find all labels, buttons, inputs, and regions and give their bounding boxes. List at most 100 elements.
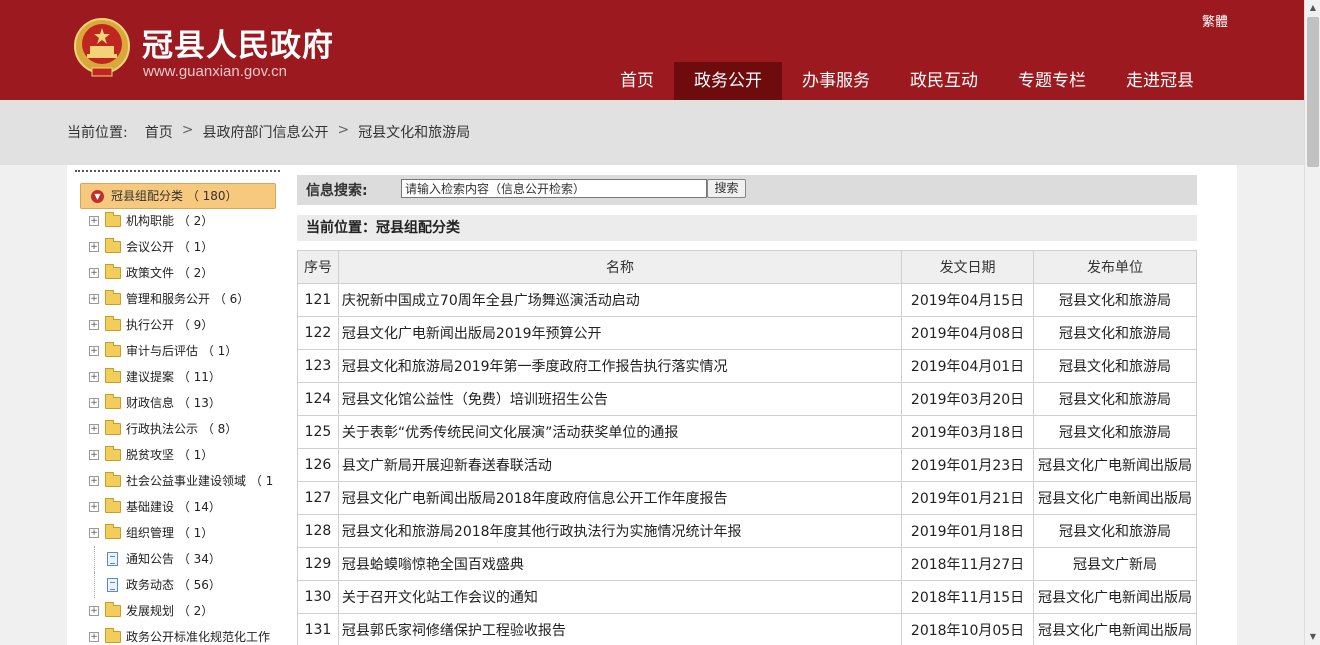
sidebar-category-label: 行政执法公示 （ 8） bbox=[126, 422, 238, 436]
scrollbar-thumb[interactable] bbox=[1307, 17, 1319, 167]
row-number-cell: 123 bbox=[297, 349, 339, 383]
table-body: 121 庆祝新中国成立70周年全县广场舞巡演活动启动 2019年04月15日 冠县文化… bbox=[297, 283, 1197, 645]
sidebar-category-item[interactable]: + 执行公开 （ 9） bbox=[89, 312, 279, 338]
expand-plus-icon[interactable]: + bbox=[89, 242, 99, 252]
folder-icon bbox=[105, 446, 121, 461]
sidebar-category-item[interactable]: + 管理和服务公开 （ 6） bbox=[89, 286, 279, 312]
search-bar: 信息搜索: 搜索 bbox=[297, 175, 1197, 205]
expand-plus-icon[interactable]: + bbox=[89, 450, 99, 460]
document-title-link[interactable]: 冠县文化馆公益性（免费）培训班招生公告 bbox=[337, 382, 903, 416]
sidebar-category-item[interactable]: + 行政执法公示 （ 8） bbox=[89, 416, 279, 442]
search-input[interactable] bbox=[401, 179, 707, 198]
breadcrumb-home[interactable]: 首页 bbox=[145, 122, 173, 142]
breadcrumb-culture-tourism[interactable]: 冠县文化和旅游局 bbox=[358, 122, 470, 142]
scroll-down-arrow-icon[interactable]: ▼ bbox=[1305, 629, 1320, 645]
document-title-link[interactable]: 县文广新局开展迎新春送春联活动 bbox=[337, 448, 903, 482]
document-title-link[interactable]: 庆祝新中国成立70周年全县广场舞巡演活动启动 bbox=[337, 283, 903, 317]
column-header-number: 序号 bbox=[297, 250, 339, 284]
document-title-link[interactable]: 冠县蛤蟆嗡惊艳全国百戏盛典 bbox=[337, 547, 903, 581]
expand-plus-icon[interactable]: + bbox=[89, 346, 99, 356]
category-tree: + 机构职能 （ 2） + 会议公开 （ 1） + 政策文件 （ 2） + 管理和服务公开 （… bbox=[89, 208, 279, 645]
table-row: 129 冠县蛤蟆嗡惊艳全国百戏盛典 2018年11月27日 冠县文广新局 bbox=[297, 547, 1197, 581]
scroll-up-arrow-icon[interactable]: ▲ bbox=[1305, 0, 1320, 16]
document-title-link[interactable]: 冠县文化和旅游局2018年度其他行政执法行为实施情况统计年报 bbox=[337, 514, 903, 548]
row-number-cell: 129 bbox=[297, 547, 339, 581]
sidebar-category-item[interactable]: + 政策文件 （ 2） bbox=[89, 260, 279, 286]
sidebar-category-label: 政策文件 （ 2） bbox=[126, 266, 214, 280]
breadcrumb-departments[interactable]: 县政府部门信息公开 bbox=[202, 122, 328, 142]
publish-date-cell: 2019年04月01日 bbox=[901, 349, 1035, 383]
traditional-chinese-link[interactable]: 繁體 bbox=[1202, 11, 1228, 30]
sidebar-category-item[interactable]: + 社会公益事业建设领域 （ 1 bbox=[89, 468, 279, 494]
sidebar-category-label: 基础建设 （ 14） bbox=[126, 500, 221, 514]
row-number-cell: 121 bbox=[297, 283, 339, 317]
sidebar-category-item[interactable]: + 审计与后评估 （ 1） bbox=[89, 338, 279, 364]
category-sidebar: ▼ 冠县组配分类 （ 180） + 机构职能 （ 2） + 会议公开 （ 1） + 政策文… bbox=[75, 168, 280, 645]
sidebar-category-item[interactable]: + 脱贫攻坚 （ 1） bbox=[89, 442, 279, 468]
national-emblem-icon bbox=[74, 18, 130, 77]
nav-special-topics[interactable]: 专题专栏 bbox=[998, 62, 1106, 100]
publisher-cell: 冠县文化广电新闻出版局 bbox=[1033, 448, 1197, 482]
sidebar-root-category[interactable]: ▼ 冠县组配分类 （ 180） bbox=[80, 183, 276, 209]
breadcrumb-separator: > bbox=[337, 122, 350, 138]
breadcrumb: 当前位置: 首页 > 县政府部门信息公开 > 冠县文化和旅游局 bbox=[67, 122, 470, 142]
expand-plus-icon[interactable]: + bbox=[89, 606, 99, 616]
nav-interaction[interactable]: 政民互动 bbox=[890, 62, 998, 100]
nav-services[interactable]: 办事服务 bbox=[782, 62, 890, 100]
expand-plus-icon[interactable]: + bbox=[89, 528, 99, 538]
row-number-cell: 131 bbox=[297, 613, 339, 645]
search-label: 信息搜索: bbox=[306, 183, 368, 199]
expand-plus-icon[interactable]: + bbox=[89, 294, 99, 304]
row-number-cell: 126 bbox=[297, 448, 339, 482]
sidebar-category-item[interactable]: + 会议公开 （ 1） bbox=[89, 234, 279, 260]
main-nav: 首页 政务公开 办事服务 政民互动 专题专栏 走进冠县 bbox=[600, 62, 1214, 100]
publish-date-cell: 2019年01月21日 bbox=[901, 481, 1035, 515]
column-header-date: 发文日期 bbox=[901, 250, 1035, 284]
sidebar-category-item[interactable]: + 基础建设 （ 14） bbox=[89, 494, 279, 520]
expand-plus-icon[interactable]: + bbox=[89, 424, 99, 434]
collapse-icon[interactable]: ▼ bbox=[91, 190, 104, 203]
sidebar-category-item[interactable]: 通知公告 （ 34） bbox=[89, 546, 279, 572]
expand-plus-icon[interactable]: + bbox=[89, 268, 99, 278]
document-title-link[interactable]: 冠县文化广电新闻出版局2018年度政府信息公开工作年度报告 bbox=[337, 481, 903, 515]
publish-date-cell: 2018年10月05日 bbox=[901, 613, 1035, 645]
sidebar-category-item[interactable]: + 发展规划 （ 2） bbox=[89, 598, 279, 624]
table-header-row: 序号 名称 发文日期 发布单位 bbox=[297, 250, 1197, 284]
folder-icon bbox=[105, 264, 121, 279]
sidebar-category-item[interactable]: + 财政信息 （ 13） bbox=[89, 390, 279, 416]
document-title-link[interactable]: 关于召开文化站工作会议的通知 bbox=[337, 580, 903, 614]
document-title-link[interactable]: 冠县郭氏家祠修缮保护工程验收报告 bbox=[337, 613, 903, 645]
site-header: 冠县人民政府 www.guanxian.gov.cn 繁體 首页 政务公开 办事… bbox=[0, 0, 1304, 100]
document-title-link[interactable]: 冠县文化广电新闻出版局2019年预算公开 bbox=[337, 316, 903, 350]
expand-plus-icon[interactable]: + bbox=[89, 398, 99, 408]
table-row: 122 冠县文化广电新闻出版局2019年预算公开 2019年04月08日 冠县文化和旅… bbox=[297, 316, 1197, 350]
sidebar-category-item[interactable]: + 组织管理 （ 1） bbox=[89, 520, 279, 546]
document-icon bbox=[107, 552, 118, 566]
table-row: 121 庆祝新中国成立70周年全县广场舞巡演活动启动 2019年04月15日 冠县文化… bbox=[297, 283, 1197, 317]
expand-plus-icon[interactable]: + bbox=[89, 632, 99, 642]
publish-date-cell: 2019年03月20日 bbox=[901, 382, 1035, 416]
nav-home[interactable]: 首页 bbox=[600, 62, 674, 100]
document-title-link[interactable]: 冠县文化和旅游局2019年第一季度政府工作报告执行落实情况 bbox=[337, 349, 903, 383]
sidebar-category-item[interactable]: + 政务公开标准化规范化工作 bbox=[89, 624, 279, 645]
publish-date-cell: 2019年03月18日 bbox=[901, 415, 1035, 449]
expand-plus-icon[interactable]: + bbox=[89, 372, 99, 382]
sidebar-category-item[interactable]: 政务动态 （ 56） bbox=[89, 572, 279, 598]
sidebar-root-label: 冠县组配分类 （ 180） bbox=[111, 189, 238, 203]
expand-plus-icon[interactable]: + bbox=[89, 476, 99, 486]
nav-government-affairs[interactable]: 政务公开 bbox=[674, 62, 782, 100]
breadcrumb-label: 当前位置: bbox=[67, 125, 128, 141]
folder-icon bbox=[105, 394, 121, 409]
search-button[interactable]: 搜索 bbox=[707, 179, 746, 198]
expand-plus-icon[interactable]: + bbox=[89, 320, 99, 330]
table-row: 123 冠县文化和旅游局2019年第一季度政府工作报告执行落实情况 2019年04月… bbox=[297, 349, 1197, 383]
nav-about[interactable]: 走进冠县 bbox=[1106, 62, 1214, 100]
sidebar-category-item[interactable]: + 机构职能 （ 2） bbox=[89, 208, 279, 234]
expand-plus-icon[interactable]: + bbox=[89, 216, 99, 226]
page-scrollbar[interactable]: ▲ ▼ bbox=[1304, 0, 1320, 645]
expand-plus-icon[interactable]: + bbox=[89, 502, 99, 512]
publisher-cell: 冠县文化和旅游局 bbox=[1033, 349, 1197, 383]
document-title-link[interactable]: 关于表彰“优秀传统民间文化展演”活动获奖单位的通报 bbox=[337, 415, 903, 449]
publish-date-cell: 2019年04月15日 bbox=[901, 283, 1035, 317]
sidebar-category-item[interactable]: + 建议提案 （ 11） bbox=[89, 364, 279, 390]
